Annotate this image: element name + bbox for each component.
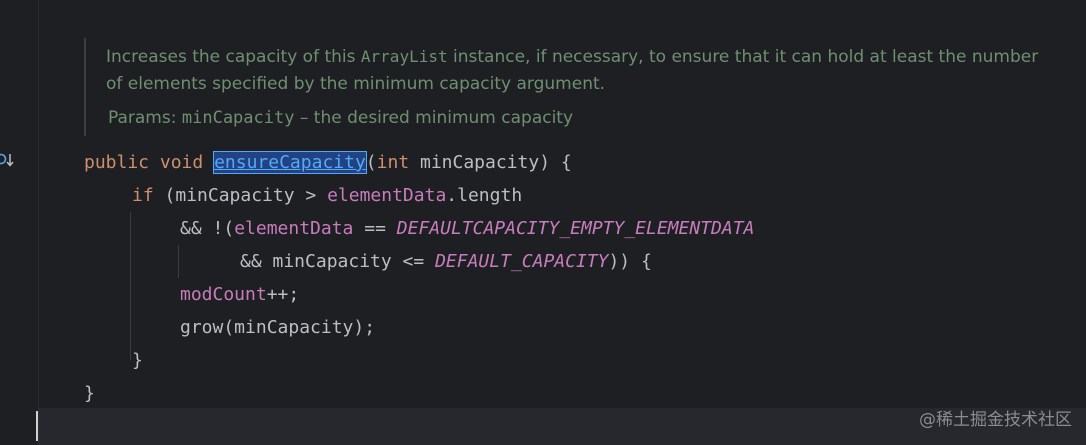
keyword: if [132,185,154,206]
code-text: .length [446,185,523,206]
constant-reference: DEFAULT_CAPACITY [435,251,609,272]
code-line-modcount: modCount++; [180,278,299,311]
rendered-javadoc: Increases the capacity of this ArrayList… [84,38,1046,136]
code-text: && !( [180,218,235,239]
javadoc-code-class: ArrayList [360,47,448,66]
params-label: Params: [108,108,177,128]
code-text: } [132,350,143,371]
code-text: } [84,383,95,404]
code-text: ++; [266,284,300,305]
field-reference: elementData [327,185,447,206]
keyword: void [159,152,204,173]
constant-reference: DEFAULTCAPACITY_EMPTY_ELEMENTDATA [396,218,755,239]
method-name-highlighted[interactable]: ensureCapacity [213,151,367,174]
field-reference: elementData [234,218,354,239]
param-description: – the desired minimum capacity [294,108,574,128]
watermark: @稀土掘金技术社区 [919,410,1072,430]
param-name: minCapacity [181,108,295,128]
code-line-close-method: } [84,377,95,410]
indent-guide [178,245,179,278]
code-line-condition-1: && !(elementData == DEFAULTCAPACITY_EMPT… [180,212,754,245]
code-text: grow(minCapacity); [180,317,376,338]
code-text: && minCapacity <= [240,251,436,272]
code-line-condition-2: && minCapacity <= DEFAULT_CAPACITY)) { [240,245,652,278]
javadoc-description: Increases the capacity of this ArrayList… [106,43,1041,98]
code-text: )) { [608,251,652,272]
code-line-if: if (minCapacity > elementData.length [132,179,522,212]
code-line-grow: grow(minCapacity); [180,311,375,344]
field-reference: modCount [180,284,267,305]
indent-guide [130,212,131,360]
javadoc-text: Increases the capacity of this [106,47,361,67]
text-caret [36,411,38,441]
keyword: public [84,152,150,173]
code-line-close-if: } [132,344,143,377]
code-line-method-signature: public void ensureCapacity(int minCapaci… [84,146,572,179]
code-text: (minCapacity > [153,185,328,206]
code-text: == [353,218,397,239]
implementation-navigation-icon[interactable] [0,150,14,170]
code-text: minCapacity) { [409,152,572,173]
editor-gutter-border [38,0,39,445]
keyword: int [376,152,410,173]
javadoc-params: Params: minCapacity – the desired minimu… [108,105,573,131]
code-text: ( [365,152,377,173]
